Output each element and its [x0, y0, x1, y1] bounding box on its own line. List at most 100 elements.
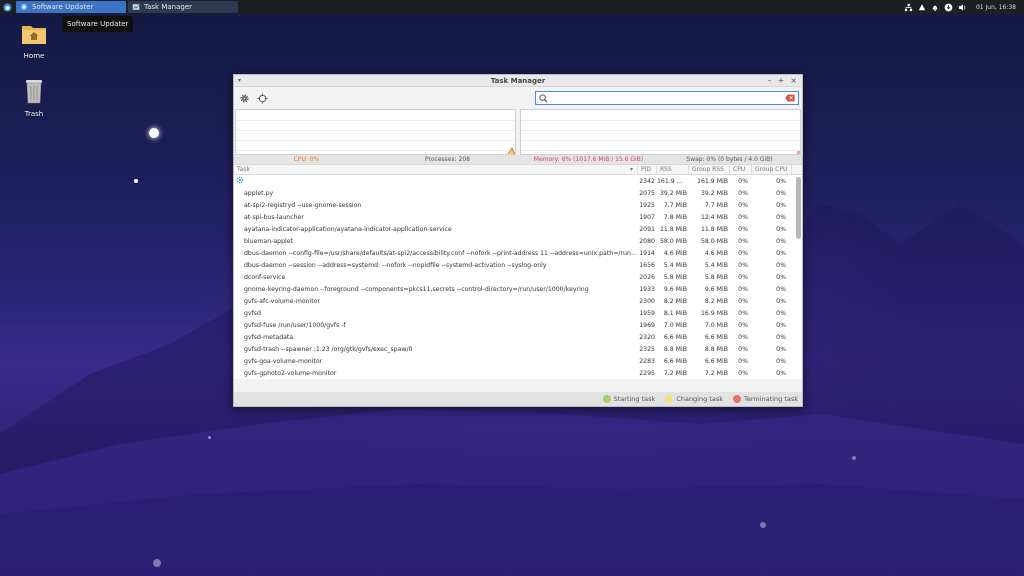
rss-cell: 4.6 MiB	[663, 249, 687, 257]
legend-starting: Starting task	[602, 395, 655, 403]
desktop-icon-home[interactable]: Home	[9, 22, 59, 60]
clear-search-icon[interactable]	[785, 94, 795, 102]
rss-cell: 8.1 MiB	[663, 309, 687, 317]
group-cpu-cell: 0%	[776, 369, 786, 377]
group-cpu-cell: 0%	[776, 345, 786, 353]
rss-cell: 6.6 MiB	[663, 333, 687, 341]
notification-icon[interactable]	[918, 3, 926, 12]
rss-cell: 11.8 MiB	[659, 225, 687, 233]
rss-cell: 6.6 MiB	[663, 357, 687, 365]
pid-cell: 2295	[639, 369, 655, 377]
settings-button[interactable]	[238, 92, 250, 104]
updates-icon[interactable]	[944, 3, 953, 12]
cpu-cell: 0%	[738, 237, 748, 245]
column-header-rss[interactable]: RSS	[657, 165, 689, 174]
bell-icon[interactable]	[931, 3, 939, 12]
legend-changing: Changing task	[665, 395, 723, 403]
rss-cell: 5.8 MiB	[663, 273, 687, 281]
volume-icon[interactable]	[958, 3, 967, 12]
applications-menu-button[interactable]	[0, 0, 14, 14]
cpu-cell: 0%	[738, 357, 748, 365]
group-rss-cell: 8.8 MiB	[704, 345, 728, 353]
maximize-icon[interactable]: +	[778, 76, 785, 85]
clock[interactable]: 01 Jun, 16:38	[976, 4, 1016, 11]
memory-graph	[520, 109, 801, 155]
group-cpu-cell: 0%	[776, 177, 786, 185]
table-row[interactable]: gvfsd-metadata 2320 6.6 MiB 6.6 MiB 0% 0%	[234, 331, 802, 343]
close-icon[interactable]: ×	[790, 76, 797, 85]
legend-terminating: Terminating task	[732, 395, 798, 403]
task-cell: blueman-applet	[244, 237, 293, 245]
table-row[interactable]: gvfs-afc-volume-monitor 2300 8.2 MiB 8.2 Mi…	[234, 295, 802, 307]
identify-window-button[interactable]	[256, 92, 268, 104]
task-cell: gvfsd-fuse /run/user/1000/gvfs -f	[244, 321, 346, 329]
task-cell	[234, 176, 638, 186]
task-cell: gnome-keyring-daemon --foreground --comp…	[244, 285, 589, 293]
pid-cell: 1656	[639, 261, 655, 269]
network-icon[interactable]	[904, 3, 913, 12]
table-row[interactable]: gvfsd-trash --spawner :1.23 /org/gtk/gvf…	[234, 343, 802, 355]
table-row[interactable]: dbus-daemon --session --address=systemd:…	[234, 259, 802, 271]
table-row[interactable]: gvfs-gphoto2-volume-monitor 2295 7.2 MiB 7.…	[234, 367, 802, 379]
table-row[interactable]: applet.py 2075 39.2 MiB 39.2 MiB 0% 0%	[234, 187, 802, 199]
cpu-cell: 0%	[738, 285, 748, 293]
search-box[interactable]	[535, 91, 799, 105]
cpu-cell: 0%	[738, 321, 748, 329]
search-input[interactable]	[551, 94, 782, 102]
minimize-icon[interactable]: –	[768, 76, 772, 85]
column-header-cpu[interactable]: CPU	[730, 165, 752, 174]
legend: Starting task Changing task Terminating …	[234, 392, 802, 406]
table-row[interactable]: gvfsd-fuse /run/user/1000/gvfs -f 1969 7.0…	[234, 319, 802, 331]
rss-cell: 39.2 MiB	[659, 189, 687, 197]
pid-cell: 1914	[639, 249, 655, 257]
group-rss-cell: 58.0 MiB	[700, 237, 728, 245]
group-rss-cell: 8.2 MiB	[704, 297, 728, 305]
table-row[interactable]: gvfs-goa-volume-monitor 2283 6.6 MiB 6.6 Mi…	[234, 355, 802, 367]
table-row[interactable]: gvfsd 1959 8.1 MiB 16.9 MiB 0% 0%	[234, 307, 802, 319]
group-rss-cell: 5.8 MiB	[704, 273, 728, 281]
task-cell: gvfsd-metadata	[244, 333, 294, 341]
taskbar-item-task-manager[interactable]: Task Manager	[128, 1, 238, 13]
table-row[interactable]: gnome-keyring-daemon --foreground --comp…	[234, 283, 802, 295]
task-cell: gvfs-goa-volume-monitor	[244, 357, 323, 365]
scrollbar[interactable]	[796, 177, 801, 239]
group-cpu-cell: 0%	[776, 273, 786, 281]
task-cell: gvfs-afc-volume-monitor	[244, 297, 321, 305]
top-panel: Software Updater Task Manager 01 Jun, 16…	[0, 0, 1024, 14]
table-row[interactable]: dconf-service 2026 5.8 MiB 5.8 MiB 0% 0%	[234, 271, 802, 283]
task-list[interactable]: 2342 161.9 MiB 161.9 MiB 0% 0% applet.py 2075 3…	[234, 175, 802, 379]
group-cpu-cell: 0%	[776, 297, 786, 305]
group-cpu-cell: 0%	[776, 333, 786, 341]
window-menu-icon[interactable]: ▾	[238, 77, 246, 84]
pid-cell: 2320	[639, 333, 655, 341]
desktop-icon-label: Home	[23, 52, 45, 60]
column-header-pid[interactable]: PID	[638, 165, 657, 174]
updater-icon	[20, 3, 28, 11]
table-row[interactable]: blueman-applet 2080 58.0 MiB 58.0 MiB 0% 0%	[234, 235, 802, 247]
group-rss-cell: 161.9 MiB	[697, 177, 728, 185]
window-titlebar[interactable]: ▾ Task Manager – + ×	[234, 75, 802, 87]
group-rss-cell: 6.6 MiB	[704, 357, 728, 365]
task-cell: dbus-daemon --config-file=/usr/share/def…	[244, 249, 638, 257]
crosshair-icon	[256, 92, 268, 104]
pid-cell: 1925	[639, 201, 655, 209]
table-row[interactable]: at-spi-bus-launcher 1907 7.8 MiB 12.4 MiB 0%…	[234, 211, 802, 223]
taskbar-item-software-updater[interactable]: Software Updater	[16, 1, 126, 13]
table-row[interactable]: dbus-daemon --config-file=/usr/share/def…	[234, 247, 802, 259]
cpu-status: CPU: 0%	[293, 156, 320, 163]
table-row[interactable]: ayatana-indicator-application/ayatana-in…	[234, 223, 802, 235]
cpu-cell: 0%	[738, 261, 748, 269]
column-header-group-rss[interactable]: Group RSS	[689, 165, 730, 174]
table-row[interactable]: at-spi2-registryd --use-gnome-session 192…	[234, 199, 802, 211]
group-cpu-cell: 0%	[776, 225, 786, 233]
task-cell: at-spi2-registryd --use-gnome-session	[244, 201, 362, 209]
task-cell: at-spi-bus-launcher	[244, 213, 304, 221]
column-header-group-cpu[interactable]: Group CPU	[752, 165, 792, 174]
rss-cell: 8.8 MiB	[663, 345, 687, 353]
xfce-logo-icon	[2, 2, 12, 12]
desktop-icon-trash[interactable]: Trash	[9, 78, 59, 118]
table-row[interactable]: 2342 161.9 MiB 161.9 MiB 0% 0%	[234, 175, 802, 187]
legend-dot	[732, 395, 741, 403]
column-header-task[interactable]: Task ▾	[234, 165, 638, 174]
cpu-cell: 0%	[738, 177, 748, 185]
